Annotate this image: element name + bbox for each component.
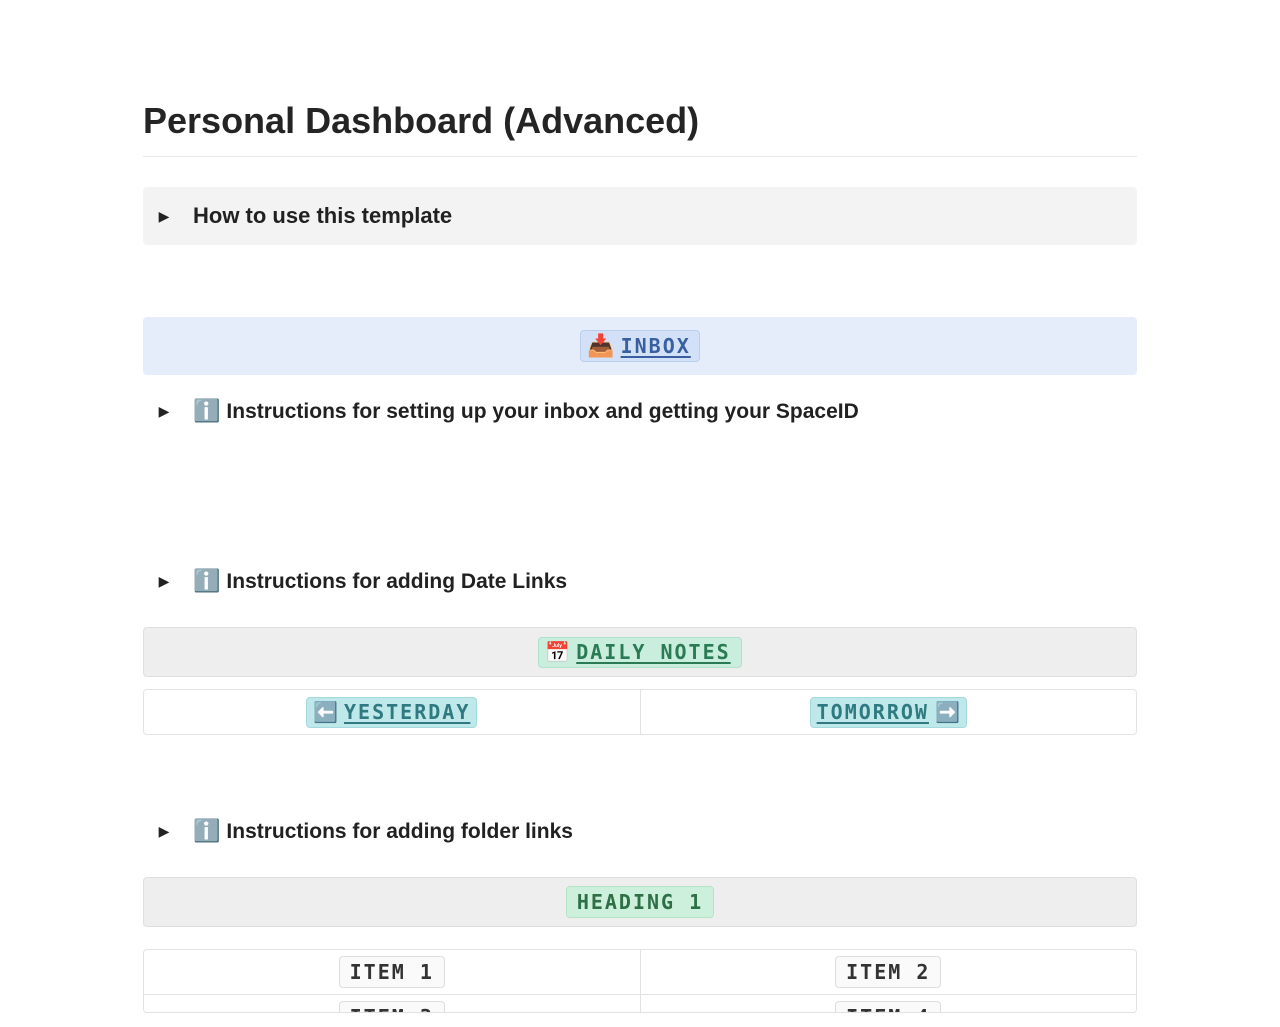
heading-1-pill[interactable]: HEADING 1 <box>566 886 714 918</box>
toggle-text: Instructions for adding folder links <box>226 820 573 843</box>
toggle-how-to-use[interactable]: ▶ How to use this template <box>143 187 1137 245</box>
toggle-label: ℹ️ Instructions for setting up your inbox… <box>193 398 859 424</box>
inbox-banner: 📥 INBOX <box>143 317 1137 375</box>
toggle-label: ℹ️ Instructions for adding Date Links <box>193 568 567 594</box>
info-icon: ℹ️ <box>193 398 220 424</box>
tomorrow-label: TOMORROW <box>817 700 929 724</box>
item-2-pill[interactable]: ITEM 2 <box>835 956 941 988</box>
info-icon: ℹ️ <box>193 568 220 594</box>
item-4-pill[interactable]: ITEM 4 <box>835 1001 941 1012</box>
cell-item: ITEM 1 <box>144 950 641 994</box>
triangle-right-icon[interactable]: ▶ <box>155 208 173 225</box>
date-nav-row: ⬅️ YESTERDAY TOMORROW ➡️ <box>143 689 1137 735</box>
daily-notes-header: 📅 DAILY NOTES <box>143 627 1137 677</box>
page-title: Personal Dashboard (Advanced) <box>143 100 1137 157</box>
yesterday-link[interactable]: ⬅️ YESTERDAY <box>306 697 477 728</box>
arrow-right-icon: ➡️ <box>935 700 960 725</box>
item-3-pill[interactable]: ITEM 3 <box>339 1001 445 1012</box>
heading-1-bar: HEADING 1 <box>143 877 1137 927</box>
arrow-left-icon: ⬅️ <box>313 700 338 725</box>
table-row: ITEM 1 ITEM 2 <box>144 950 1136 994</box>
tomorrow-link[interactable]: TOMORROW ➡️ <box>810 697 967 728</box>
toggle-text: Instructions for setting up your inbox a… <box>226 400 858 423</box>
cell-item: ITEM 2 <box>641 950 1137 994</box>
daily-notes-label: DAILY NOTES <box>576 640 730 664</box>
triangle-right-icon[interactable]: ▶ <box>155 823 173 840</box>
toggle-date-links[interactable]: ▶ ℹ️ Instructions for adding Date Links <box>143 561 1137 601</box>
triangle-right-icon[interactable]: ▶ <box>155 573 173 590</box>
items-grid: ITEM 1 ITEM 2 ITEM 3 ITEM 4 <box>143 949 1137 1013</box>
cell-yesterday: ⬅️ YESTERDAY <box>144 690 641 734</box>
table-row: ITEM 3 ITEM 4 <box>144 994 1136 1012</box>
cell-item: ITEM 3 <box>144 995 641 1012</box>
cell-tomorrow: TOMORROW ➡️ <box>641 690 1137 734</box>
cell-item: ITEM 4 <box>641 995 1137 1012</box>
toggle-label: ℹ️ Instructions for adding folder links <box>193 818 573 844</box>
inbox-label: INBOX <box>621 334 691 358</box>
toggle-text: Instructions for adding Date Links <box>226 570 567 593</box>
calendar-icon: 📅 <box>545 640 570 665</box>
item-1-pill[interactable]: ITEM 1 <box>339 956 445 988</box>
triangle-right-icon[interactable]: ▶ <box>155 403 173 420</box>
inbox-link[interactable]: 📥 INBOX <box>580 330 700 362</box>
toggle-inbox-instructions[interactable]: ▶ ℹ️ Instructions for setting up your inb… <box>143 391 1137 431</box>
daily-notes-link[interactable]: 📅 DAILY NOTES <box>538 637 741 668</box>
inbox-tray-icon: 📥 <box>587 333 614 359</box>
toggle-label: How to use this template <box>193 203 452 229</box>
info-icon: ℹ️ <box>193 818 220 844</box>
toggle-folder-links[interactable]: ▶ ℹ️ Instructions for adding folder links <box>143 811 1137 851</box>
yesterday-label: YESTERDAY <box>344 700 470 724</box>
